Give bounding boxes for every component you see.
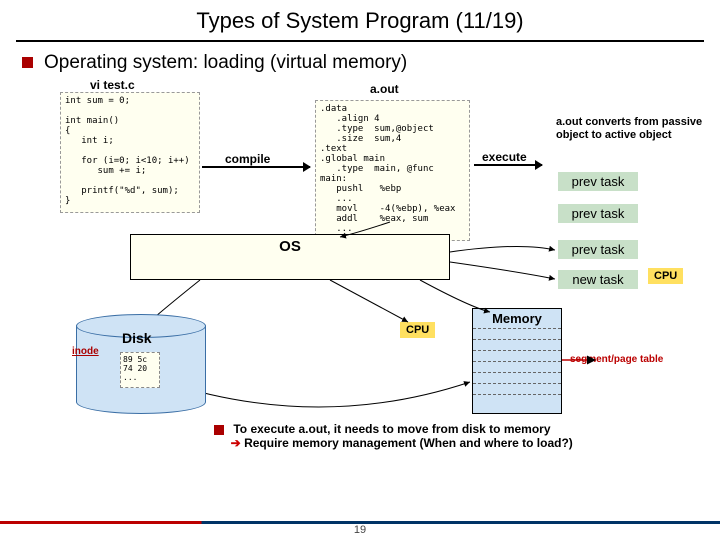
source-file-label: vi test.c xyxy=(90,78,135,92)
bottom-line1: To execute a.out, it needs to move from … xyxy=(233,422,550,436)
bottom-line2: Require memory management (When and wher… xyxy=(244,436,573,450)
diagram-canvas: vi test.c int sum = 0; int main() { int … xyxy=(0,82,720,482)
prev-task-1: prev task xyxy=(558,172,638,191)
execute-label: execute xyxy=(482,150,527,164)
title-underline xyxy=(16,40,704,42)
memory-slot xyxy=(473,339,561,350)
memory-slot xyxy=(473,372,561,383)
aout-code-box: .data .align 4 .type sum,@object .size s… xyxy=(315,100,470,241)
arrow-right-icon: ➔ xyxy=(231,436,241,450)
memory-title: Memory xyxy=(473,309,561,328)
prev-task-3: prev task xyxy=(558,240,638,259)
source-code-box: int sum = 0; int main() { int i; for (i=… xyxy=(60,92,200,213)
os-box: OS xyxy=(130,234,450,280)
memory-slot xyxy=(473,328,561,339)
execute-arrow xyxy=(474,164,542,166)
compile-arrow xyxy=(202,166,310,168)
page-title: Types of System Program (11/19) xyxy=(0,0,720,40)
section-text: Operating system: loading (virtual memor… xyxy=(44,52,407,73)
memory-box: Memory xyxy=(472,308,562,414)
bottom-note: To execute a.out, it needs to move from … xyxy=(214,422,714,450)
new-task: new task xyxy=(558,270,638,289)
prev-task-2: prev task xyxy=(558,204,638,223)
convert-explanation: a.out converts from passive object to ac… xyxy=(556,116,711,142)
memory-slot xyxy=(473,350,561,361)
memory-slot xyxy=(473,361,561,372)
memory-slot xyxy=(473,383,561,394)
disk-file-block: 89 5c 74 20 ... xyxy=(120,352,160,388)
compile-label: compile xyxy=(225,152,270,166)
section-header: Operating system: loading (virtual memor… xyxy=(0,52,720,74)
cpu-badge-center: CPU xyxy=(400,322,435,338)
inode-label: inode xyxy=(72,346,99,357)
bullet-icon xyxy=(214,425,224,435)
cpu-badge-task: CPU xyxy=(648,268,683,284)
aout-label: a.out xyxy=(370,82,399,96)
page-number: 19 xyxy=(0,524,720,536)
bullet-icon xyxy=(22,57,33,68)
segment-page-table-label: segment/page table xyxy=(570,354,663,365)
memory-slot xyxy=(473,394,561,405)
disk-label: Disk xyxy=(122,330,152,346)
